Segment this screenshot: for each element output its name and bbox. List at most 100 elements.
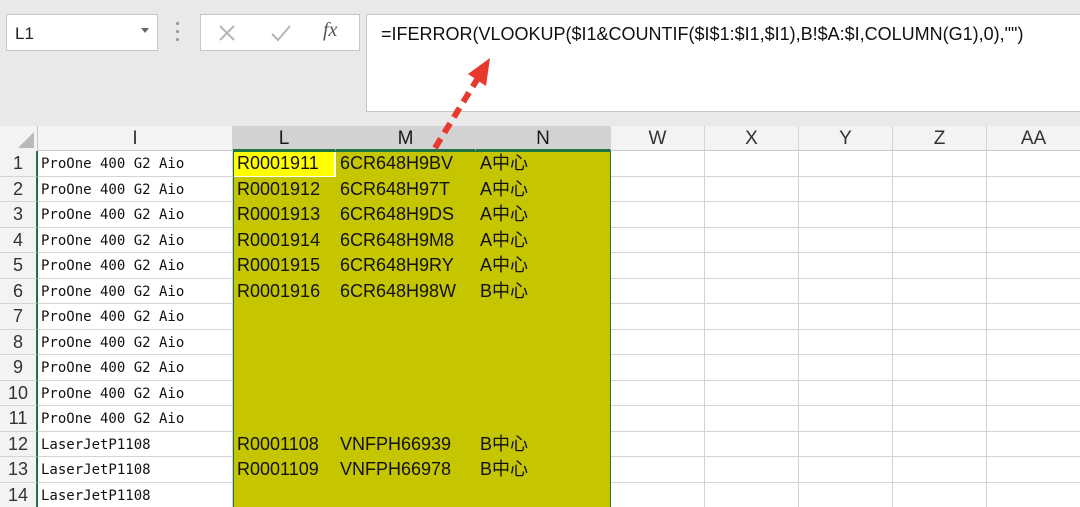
cell-m[interactable]: VNFPH66939: [336, 431, 476, 457]
formula-input[interactable]: =IFERROR(VLOOKUP($I1&COUNTIF($I$1:$I1,$I…: [366, 14, 1080, 112]
cell-m[interactable]: 6CR648H9BV: [336, 151, 476, 177]
cell-i[interactable]: ProOne 400 G2 Aio: [38, 176, 233, 202]
empty-cell[interactable]: [705, 278, 799, 304]
cell-n[interactable]: [476, 304, 611, 330]
cell-l[interactable]: R0001109: [233, 457, 336, 483]
empty-cell[interactable]: [799, 151, 893, 177]
empty-cell[interactable]: [987, 482, 1080, 507]
cell-l[interactable]: R0001108: [233, 431, 336, 457]
cell-l[interactable]: R0001912: [233, 176, 336, 202]
cell-i[interactable]: ProOne 400 G2 Aio: [38, 329, 233, 355]
cell-m[interactable]: 6CR648H9RY: [336, 253, 476, 279]
cell-i[interactable]: ProOne 400 G2 Aio: [38, 151, 233, 177]
empty-cell[interactable]: [799, 227, 893, 253]
cell-n[interactable]: [476, 355, 611, 381]
column-header-z[interactable]: Z: [893, 126, 987, 151]
column-header-l[interactable]: L: [233, 126, 336, 151]
empty-cell[interactable]: [705, 380, 799, 406]
empty-cell[interactable]: [611, 457, 705, 483]
empty-cell[interactable]: [705, 457, 799, 483]
row-header[interactable]: 13: [0, 457, 38, 483]
empty-cell[interactable]: [987, 457, 1080, 483]
empty-cell[interactable]: [705, 176, 799, 202]
cell-n[interactable]: A中心: [476, 253, 611, 279]
empty-cell[interactable]: [987, 431, 1080, 457]
cell-n[interactable]: [476, 482, 611, 507]
name-box[interactable]: L1: [6, 14, 158, 51]
empty-cell[interactable]: [893, 151, 987, 177]
empty-cell[interactable]: [611, 253, 705, 279]
row-header[interactable]: 2: [0, 176, 38, 202]
row-header[interactable]: 5: [0, 253, 38, 279]
empty-cell[interactable]: [705, 482, 799, 507]
empty-cell[interactable]: [987, 253, 1080, 279]
empty-cell[interactable]: [705, 151, 799, 177]
cell-n[interactable]: [476, 406, 611, 432]
empty-cell[interactable]: [611, 406, 705, 432]
cell-i[interactable]: ProOne 400 G2 Aio: [38, 355, 233, 381]
column-header-w[interactable]: W: [611, 126, 705, 151]
empty-cell[interactable]: [893, 457, 987, 483]
cell-l[interactable]: R0001911: [233, 151, 336, 177]
cell-m[interactable]: [336, 329, 476, 355]
cell-l[interactable]: [233, 355, 336, 381]
empty-cell[interactable]: [987, 406, 1080, 432]
row-header[interactable]: 9: [0, 355, 38, 381]
empty-cell[interactable]: [611, 482, 705, 507]
column-header-x[interactable]: X: [705, 126, 799, 151]
row-header[interactable]: 12: [0, 431, 38, 457]
cell-n[interactable]: A中心: [476, 202, 611, 228]
empty-cell[interactable]: [799, 482, 893, 507]
cell-l[interactable]: R0001914: [233, 227, 336, 253]
row-header[interactable]: 1: [0, 151, 38, 177]
cell-i[interactable]: LaserJetP1108: [38, 431, 233, 457]
empty-cell[interactable]: [799, 304, 893, 330]
empty-cell[interactable]: [611, 151, 705, 177]
empty-cell[interactable]: [893, 406, 987, 432]
cell-n[interactable]: A中心: [476, 227, 611, 253]
cell-m[interactable]: [336, 482, 476, 507]
name-box-dropdown-icon[interactable]: [141, 28, 149, 33]
row-header[interactable]: 3: [0, 202, 38, 228]
empty-cell[interactable]: [705, 329, 799, 355]
empty-cell[interactable]: [893, 355, 987, 381]
cell-i[interactable]: ProOne 400 G2 Aio: [38, 278, 233, 304]
empty-cell[interactable]: [893, 278, 987, 304]
empty-cell[interactable]: [705, 406, 799, 432]
cell-l[interactable]: R0001916: [233, 278, 336, 304]
cell-i[interactable]: ProOne 400 G2 Aio: [38, 406, 233, 432]
empty-cell[interactable]: [893, 329, 987, 355]
empty-cell[interactable]: [987, 278, 1080, 304]
empty-cell[interactable]: [705, 304, 799, 330]
cell-i[interactable]: ProOne 400 G2 Aio: [38, 227, 233, 253]
cell-n[interactable]: [476, 329, 611, 355]
cell-i[interactable]: ProOne 400 G2 Aio: [38, 380, 233, 406]
column-header-y[interactable]: Y: [799, 126, 893, 151]
row-header[interactable]: 4: [0, 227, 38, 253]
empty-cell[interactable]: [893, 380, 987, 406]
empty-cell[interactable]: [705, 355, 799, 381]
cell-n[interactable]: A中心: [476, 176, 611, 202]
cell-m[interactable]: [336, 304, 476, 330]
cell-n[interactable]: B中心: [476, 278, 611, 304]
empty-cell[interactable]: [611, 355, 705, 381]
cell-m[interactable]: 6CR648H9M8: [336, 227, 476, 253]
empty-cell[interactable]: [987, 227, 1080, 253]
empty-cell[interactable]: [987, 176, 1080, 202]
cell-m[interactable]: [336, 406, 476, 432]
column-header-aa[interactable]: AA: [987, 126, 1080, 151]
empty-cell[interactable]: [987, 380, 1080, 406]
empty-cell[interactable]: [799, 202, 893, 228]
name-box-value[interactable]: L1: [15, 24, 34, 44]
empty-cell[interactable]: [987, 151, 1080, 177]
select-all-corner[interactable]: [0, 126, 38, 151]
cell-m[interactable]: VNFPH66978: [336, 457, 476, 483]
empty-cell[interactable]: [611, 278, 705, 304]
cell-l[interactable]: [233, 329, 336, 355]
empty-cell[interactable]: [987, 329, 1080, 355]
empty-cell[interactable]: [611, 431, 705, 457]
empty-cell[interactable]: [611, 380, 705, 406]
cancel-icon[interactable]: [209, 19, 245, 47]
empty-cell[interactable]: [893, 227, 987, 253]
row-header[interactable]: 10: [0, 380, 38, 406]
